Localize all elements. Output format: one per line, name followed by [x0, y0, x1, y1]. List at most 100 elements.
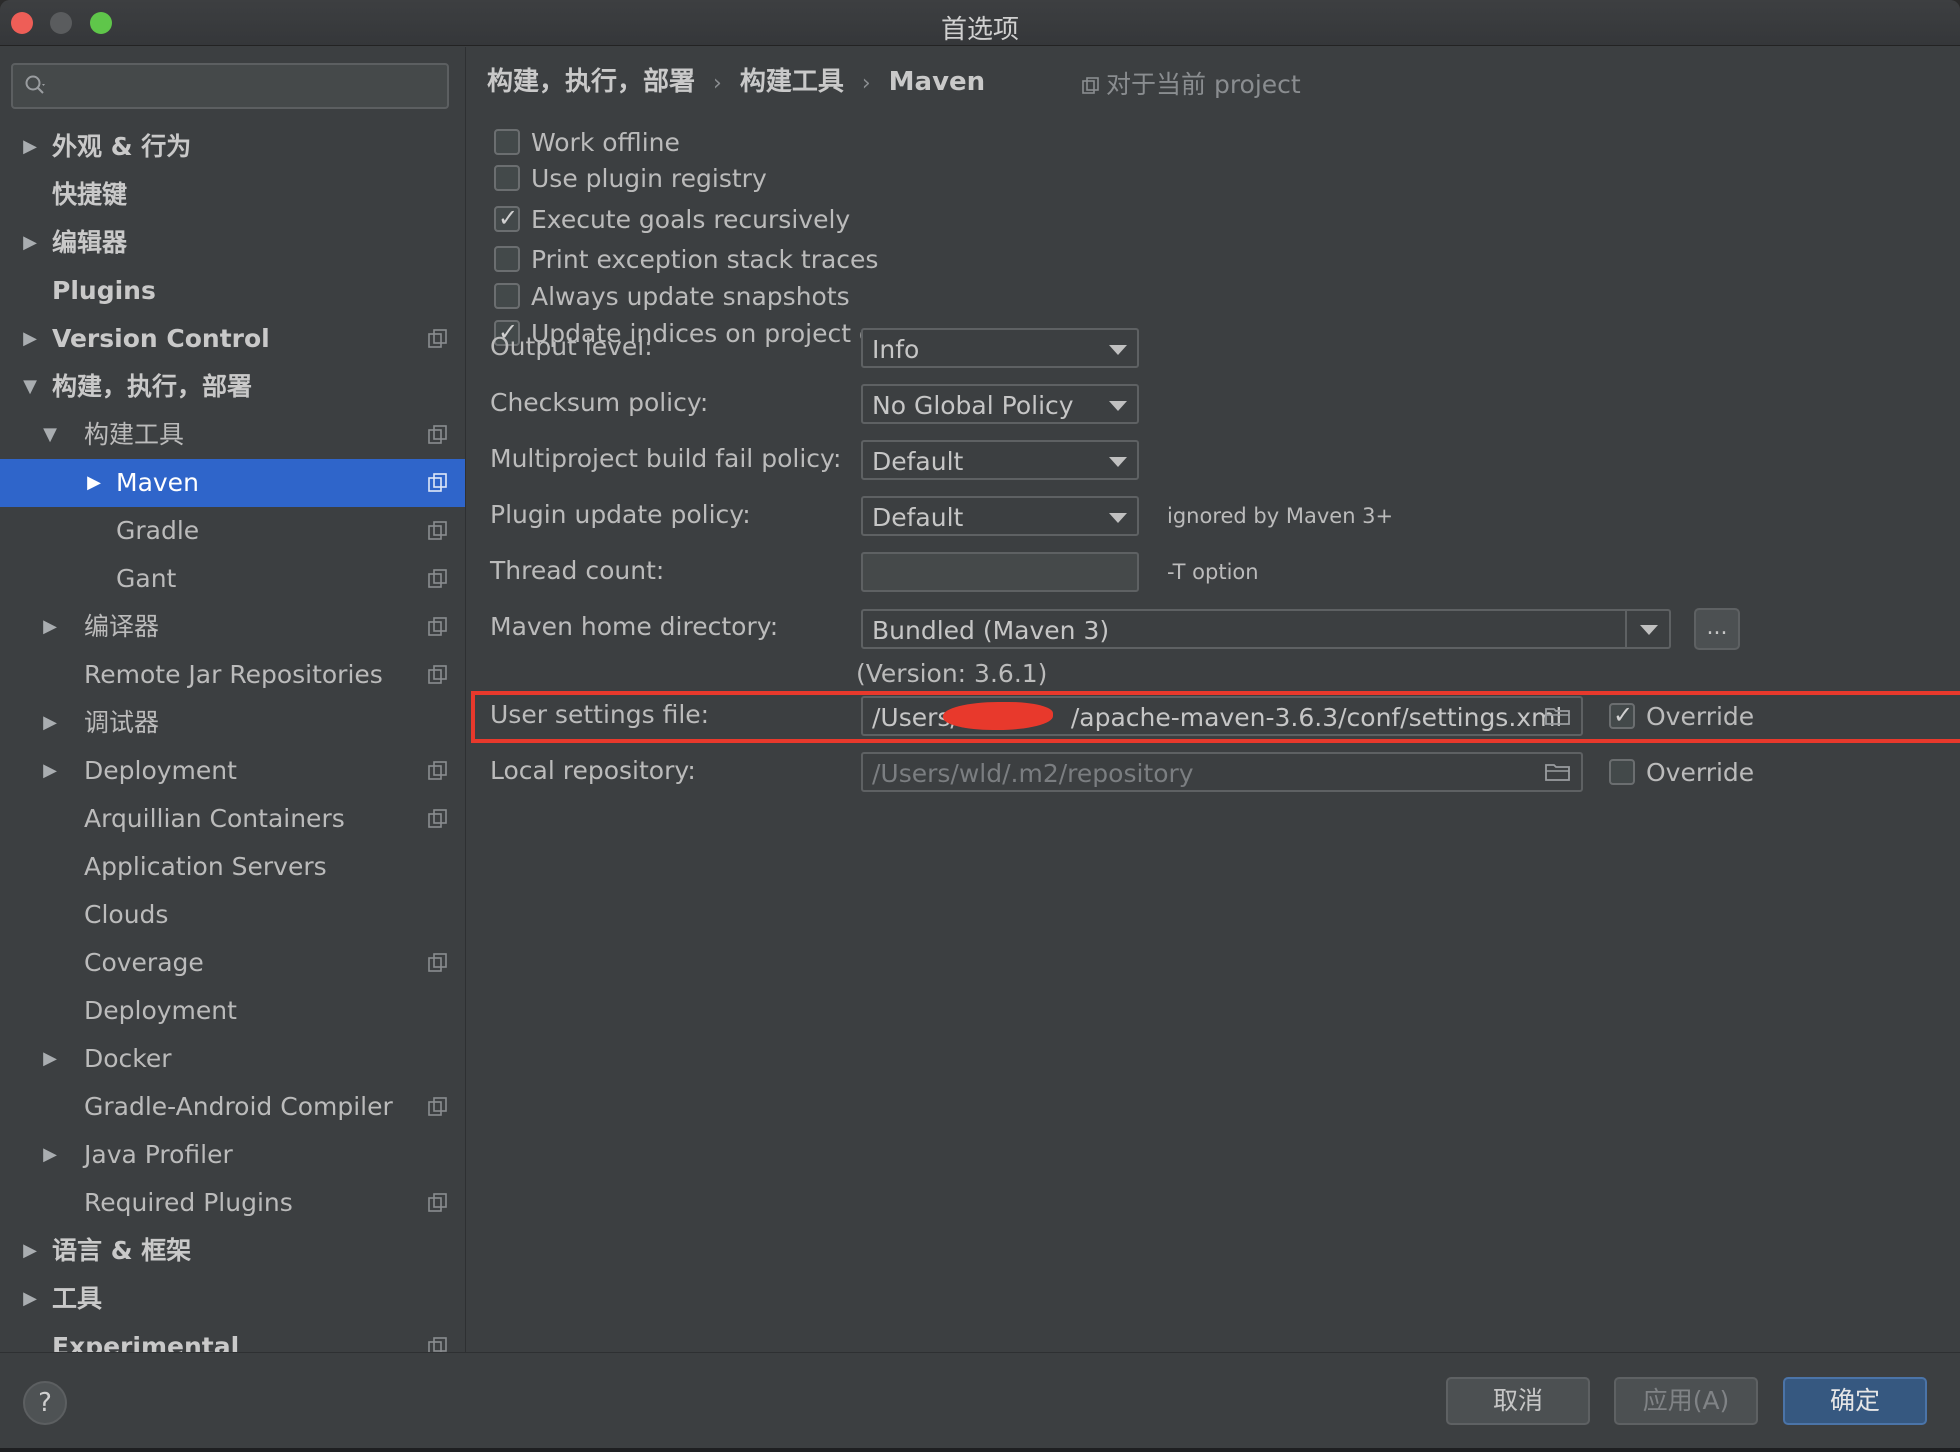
thread-count-input[interactable]: [861, 552, 1139, 592]
sidebar-item[interactable]: ▶ Docker: [0, 1035, 465, 1083]
user-settings-input[interactable]: /Users//apache-maven-3.6.3/conf/settings…: [861, 696, 1583, 736]
copy-icon: [428, 761, 447, 780]
chevron-right-icon[interactable]: ▶: [38, 699, 62, 747]
sidebar-item[interactable]: Remote Jar Repositories: [0, 651, 465, 699]
folder-icon[interactable]: [1545, 762, 1571, 782]
copy-icon: [428, 809, 447, 828]
plugin-update-policy-select[interactable]: Default: [861, 496, 1139, 536]
local-repository-input[interactable]: /Users/wld/.m2/repository: [861, 752, 1583, 792]
sidebar-item-label: Deployment: [84, 756, 237, 785]
sidebar-item-label: 外观 & 行为: [52, 132, 192, 161]
sidebar-item[interactable]: ▶ 语言 & 框架: [0, 1227, 465, 1275]
checksum-policy-select[interactable]: No Global Policy: [861, 384, 1139, 424]
chevron-right-icon[interactable]: ▶: [38, 747, 62, 795]
checkbox-box[interactable]: [494, 165, 520, 191]
chevron-right-icon[interactable]: ▶: [18, 315, 42, 363]
search-input[interactable]: [11, 63, 449, 109]
sidebar-item[interactable]: ▶ 编辑器: [0, 219, 465, 267]
copy-icon: [428, 665, 447, 684]
sidebar-item-label: Java Profiler: [84, 1140, 233, 1169]
maven-home-label: Maven home directory:: [490, 612, 779, 641]
sidebar-item[interactable]: Gant: [0, 555, 465, 603]
checkbox-label: Always update snapshots: [531, 282, 850, 311]
sidebar-item[interactable]: Plugins: [0, 267, 465, 315]
chevron-right-icon[interactable]: ▶: [18, 1275, 42, 1323]
checkbox-box[interactable]: [1609, 759, 1635, 785]
sidebar-item[interactable]: 快捷键: [0, 171, 465, 219]
sidebar-item-label: 编辑器: [52, 228, 128, 257]
maven-home-browse-button[interactable]: ...: [1694, 608, 1740, 650]
ok-button[interactable]: 确定: [1783, 1377, 1927, 1425]
folder-icon[interactable]: [1545, 706, 1571, 726]
chevron-down-icon: [1109, 457, 1127, 467]
chevron-right-icon[interactable]: ▶: [18, 219, 42, 267]
settings-tree: ▶ 外观 & 行为 快捷键 ▶ 编辑器 Plugins ▶ Version Control ▼ 构…: [0, 123, 465, 1352]
window-bottom-edge: [0, 1448, 1960, 1452]
sidebar-item[interactable]: Experimental: [0, 1323, 465, 1352]
sidebar-item-label: Maven: [116, 468, 199, 497]
output-level-select[interactable]: Info: [861, 328, 1139, 368]
search-icon: [25, 75, 45, 94]
sidebar-item[interactable]: Clouds: [0, 891, 465, 939]
sidebar-item[interactable]: Arquillian Containers: [0, 795, 465, 843]
sidebar-item-label: 工具: [52, 1284, 103, 1313]
chevron-down-icon[interactable]: ▼: [38, 411, 62, 459]
checkbox-box[interactable]: [494, 246, 520, 272]
local-repository-label: Local repository:: [490, 756, 696, 785]
maven-home-dropdown-button[interactable]: [1625, 611, 1669, 647]
sidebar-item[interactable]: Deployment: [0, 987, 465, 1035]
chevron-down-icon[interactable]: ▼: [18, 363, 42, 411]
sidebar-item[interactable]: ▶ Maven: [0, 459, 465, 507]
maven-version-label: (Version: 3.6.1): [856, 659, 1048, 688]
chevron-down-icon: [1109, 513, 1127, 523]
sidebar-item-label: Coverage: [84, 948, 204, 977]
chevron-right-icon[interactable]: ▶: [18, 123, 42, 171]
sidebar-item-label: 快捷键: [52, 180, 128, 209]
checksum-policy-value: No Global Policy: [872, 391, 1074, 420]
checkbox-box[interactable]: [494, 129, 520, 155]
chevron-right-icon[interactable]: ▶: [82, 459, 106, 507]
sidebar-item[interactable]: ▶ 外观 & 行为: [0, 123, 465, 171]
copy-icon: [428, 329, 447, 348]
chevron-right-icon[interactable]: ▶: [38, 603, 62, 651]
output-level-value: Info: [872, 335, 920, 364]
breadcrumb: 构建，执行，部署 › 构建工具 › Maven: [487, 61, 985, 98]
checkbox-box[interactable]: ✓: [1609, 701, 1635, 729]
sidebar-item-label: Remote Jar Repositories: [84, 660, 383, 689]
checkbox-label: Use plugin registry: [531, 164, 767, 193]
preferences-window: 首选项 ▶ 外观 & 行为 快捷键 ▶ 编辑器 Plugins ▶ Version Contr…: [0, 0, 1960, 1452]
sidebar-item-label: Gradle-Android Compiler: [84, 1092, 393, 1121]
sidebar-item[interactable]: ▶ 工具: [0, 1275, 465, 1323]
sidebar-item[interactable]: Application Servers: [0, 843, 465, 891]
sidebar-item[interactable]: ▼ 构建工具: [0, 411, 465, 459]
sidebar-item[interactable]: ▶ 调试器: [0, 699, 465, 747]
sidebar-item[interactable]: ▶ Java Profiler: [0, 1131, 465, 1179]
sidebar-item-label: 构建工具: [84, 420, 185, 449]
sidebar-item[interactable]: ▼ 构建，执行，部署: [0, 363, 465, 411]
sidebar-item[interactable]: ▶ Deployment: [0, 747, 465, 795]
copy-icon: [428, 521, 447, 540]
multiproject-policy-select[interactable]: Default: [861, 440, 1139, 480]
sidebar-item[interactable]: Gradle-Android Compiler: [0, 1083, 465, 1131]
cancel-button[interactable]: 取消: [1446, 1377, 1590, 1425]
sidebar-item-label: Experimental: [52, 1332, 240, 1352]
title-bar: 首选项: [0, 0, 1960, 46]
checkbox-box[interactable]: ✓: [494, 204, 520, 232]
chevron-right-icon[interactable]: ▶: [38, 1131, 62, 1179]
chevron-right-icon[interactable]: ▶: [38, 1035, 62, 1083]
sidebar-item[interactable]: Gradle: [0, 507, 465, 555]
checkbox-box[interactable]: [494, 283, 520, 309]
checkbox-label: Print exception stack traces: [531, 245, 879, 274]
apply-button[interactable]: 应用(A): [1614, 1377, 1758, 1425]
chevron-right-icon[interactable]: ▶: [18, 1227, 42, 1275]
maven-home-select[interactable]: Bundled (Maven 3): [861, 609, 1671, 649]
sidebar-item[interactable]: Required Plugins: [0, 1179, 465, 1227]
dialog-footer: ? 取消 应用(A) 确定: [0, 1352, 1960, 1452]
sidebar-item[interactable]: Coverage: [0, 939, 465, 987]
sidebar-item-label: 语言 & 框架: [52, 1236, 192, 1265]
copy-icon: [428, 569, 447, 588]
sidebar-item[interactable]: ▶ 编译器: [0, 603, 465, 651]
override-label: Override: [1646, 702, 1755, 731]
sidebar-item[interactable]: ▶ Version Control: [0, 315, 465, 363]
help-button[interactable]: ?: [23, 1381, 67, 1425]
